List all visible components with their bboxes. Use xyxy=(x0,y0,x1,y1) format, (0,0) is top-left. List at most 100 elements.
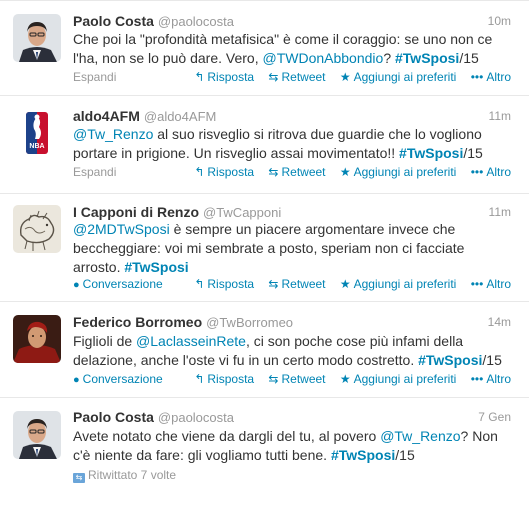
fullname[interactable]: Paolo Costa xyxy=(73,13,154,29)
ellipsis-icon: ••• xyxy=(470,372,484,386)
fullname[interactable]: Federico Borromeo xyxy=(73,314,202,330)
mention-link[interactable]: @TWDonAbbondio xyxy=(262,50,383,66)
hashtag-link[interactable]: #TwSposi xyxy=(331,447,395,463)
fullname[interactable]: I Capponi di Renzo xyxy=(73,204,199,220)
conversation-icon: ● xyxy=(73,279,80,291)
reply-button[interactable]: ↰ Risposta xyxy=(194,165,254,179)
retweet-arrows-icon: ⇆ xyxy=(268,70,279,84)
reply-button[interactable]: ↰ Risposta xyxy=(194,70,254,84)
tweet-timeline: Paolo Costa @paolocosta 10m Che poi la "p… xyxy=(0,0,529,505)
tweet[interactable]: I Capponi di Renzo @TwCapponi 11m @2MDTwS… xyxy=(0,194,529,302)
tweet-actions: ● Conversazione ↰ Risposta ⇆ Retweet ★ Aggiu… xyxy=(73,372,511,388)
tweet-text: @Tw_Renzo al suo risveglio si ritrova du… xyxy=(73,125,513,163)
more-label: Altro xyxy=(486,70,511,84)
timestamp[interactable]: 10m xyxy=(488,14,511,28)
retweet-label: Retweet xyxy=(281,165,326,179)
tweet-text-segment: /15 xyxy=(459,50,479,66)
tweet-header: Paolo Costa @paolocosta 10m xyxy=(73,13,511,31)
retweet-button[interactable]: ⇆ Retweet xyxy=(268,372,325,386)
retweet-badge-icon: ⇆ xyxy=(73,473,85,483)
avatar[interactable]: NBA xyxy=(13,109,61,157)
retweet-arrows-icon: ⇆ xyxy=(268,277,279,291)
mention-link[interactable]: @Tw_Renzo xyxy=(73,126,153,142)
tweet-header: Federico Borromeo @TwBorromeo 14m xyxy=(73,314,511,332)
more-button[interactable]: ••• Altro xyxy=(471,165,511,179)
retweet-count-label: Ritwittato 7 volte xyxy=(88,468,177,482)
reply-label: Risposta xyxy=(207,165,255,179)
tweet-text-segment: ? xyxy=(383,50,395,66)
star-icon: ★ xyxy=(339,165,351,179)
username[interactable]: @aldo4AFM xyxy=(144,109,216,124)
ellipsis-icon: ••• xyxy=(470,165,484,179)
username[interactable]: @paolocosta xyxy=(158,410,234,425)
retweet-button[interactable]: ⇆ Retweet xyxy=(268,165,325,179)
tweet-actions: ⇆ Ritwittato 7 volte xyxy=(73,468,511,484)
expand-link[interactable]: Espandi xyxy=(73,70,116,84)
retweet-count[interactable]: ⇆ Ritwittato 7 volte xyxy=(73,468,176,483)
retweet-button[interactable]: ⇆ Retweet xyxy=(268,277,325,291)
tweet[interactable]: Federico Borromeo @TwBorromeo 14m Figliol… xyxy=(0,302,529,398)
mention-link[interactable]: @Tw_Renzo xyxy=(380,428,460,444)
mention-link[interactable]: @2MDTwSposi xyxy=(73,221,170,237)
more-label: Altro xyxy=(486,372,511,386)
retweet-arrows-icon: ⇆ xyxy=(268,165,279,179)
favorite-label: Aggiungi ai preferiti xyxy=(353,277,457,291)
favorite-label: Aggiungi ai preferiti xyxy=(353,70,457,84)
more-button[interactable]: ••• Altro xyxy=(471,70,511,84)
favorite-button[interactable]: ★ Aggiungi ai preferiti xyxy=(340,70,457,84)
retweet-arrows-icon: ⇆ xyxy=(268,372,279,386)
reply-button[interactable]: ↰ Risposta xyxy=(194,277,254,291)
hashtag-link[interactable]: #TwSposi xyxy=(124,259,188,275)
timestamp[interactable]: 11m xyxy=(489,205,511,219)
tweet-header: aldo4AFM @aldo4AFM 11m xyxy=(73,108,511,126)
fullname[interactable]: aldo4AFM xyxy=(73,108,140,124)
reply-arrow-icon: ↰ xyxy=(194,70,205,84)
expand-link[interactable]: Espandi xyxy=(73,165,116,179)
tweet-actions: ● Conversazione ↰ Risposta ⇆ Retweet ★ Aggiu… xyxy=(73,277,511,293)
conversation-icon: ● xyxy=(73,374,80,386)
timestamp[interactable]: 14m xyxy=(488,315,511,329)
favorite-button[interactable]: ★ Aggiungi ai preferiti xyxy=(340,165,457,179)
tweet[interactable]: NBA aldo4AFM @aldo4AFM 11m @Tw_Renzo al s… xyxy=(0,96,529,194)
more-button[interactable]: ••• Altro xyxy=(471,372,511,386)
more-label: Altro xyxy=(486,277,511,291)
avatar[interactable] xyxy=(13,205,61,253)
timestamp[interactable]: 7 Gen xyxy=(478,410,511,424)
fullname[interactable]: Paolo Costa xyxy=(73,409,154,425)
username[interactable]: @TwCapponi xyxy=(203,205,281,220)
conversation-link[interactable]: ● Conversazione xyxy=(73,372,163,386)
favorite-label: Aggiungi ai preferiti xyxy=(353,372,457,386)
more-label: Altro xyxy=(486,165,511,179)
tweet-actions: Espandi ↰ Risposta ⇆ Retweet ★ Aggiungi ai … xyxy=(73,70,511,86)
star-icon: ★ xyxy=(339,70,351,84)
conversation-label: Conversazione xyxy=(82,277,163,291)
favorite-button[interactable]: ★ Aggiungi ai preferiti xyxy=(340,372,457,386)
conversation-link[interactable]: ● Conversazione xyxy=(73,277,163,291)
mention-link[interactable]: @LaclasseinRete xyxy=(136,333,246,349)
tweet-text: Avete notato che viene da dargli del tu,… xyxy=(73,427,513,465)
avatar[interactable] xyxy=(13,315,61,363)
star-icon: ★ xyxy=(339,277,351,291)
more-button[interactable]: ••• Altro xyxy=(471,277,511,291)
avatar[interactable] xyxy=(13,14,61,62)
reply-button[interactable]: ↰ Risposta xyxy=(194,372,254,386)
timestamp[interactable]: 11m xyxy=(489,109,511,123)
retweet-button[interactable]: ⇆ Retweet xyxy=(268,70,325,84)
tweet[interactable]: Paolo Costa @paolocosta 10m Che poi la "p… xyxy=(0,0,529,96)
hashtag-link[interactable]: #TwSposi xyxy=(418,352,482,368)
username[interactable]: @TwBorromeo xyxy=(206,315,293,330)
capons-sketch-avatar-image xyxy=(13,205,61,253)
avatar[interactable] xyxy=(13,411,61,459)
favorite-label: Aggiungi ai preferiti xyxy=(353,165,457,179)
favorite-button[interactable]: ★ Aggiungi ai preferiti xyxy=(340,277,457,291)
reply-label: Risposta xyxy=(207,372,255,386)
tweet-text-segment: /15 xyxy=(395,447,415,463)
tweet[interactable]: Paolo Costa @paolocosta 7 Gen Avete notat… xyxy=(0,398,529,505)
hashtag-link[interactable]: #TwSposi xyxy=(399,145,463,161)
username[interactable]: @paolocosta xyxy=(158,14,234,29)
reply-label: Risposta xyxy=(207,277,255,291)
tweet-text-segment: Figlioli de xyxy=(73,333,137,349)
tweet-text: Che poi la "profondità metafisica" è com… xyxy=(73,30,513,68)
reply-arrow-icon: ↰ xyxy=(194,277,205,291)
hashtag-link[interactable]: #TwSposi xyxy=(395,50,459,66)
